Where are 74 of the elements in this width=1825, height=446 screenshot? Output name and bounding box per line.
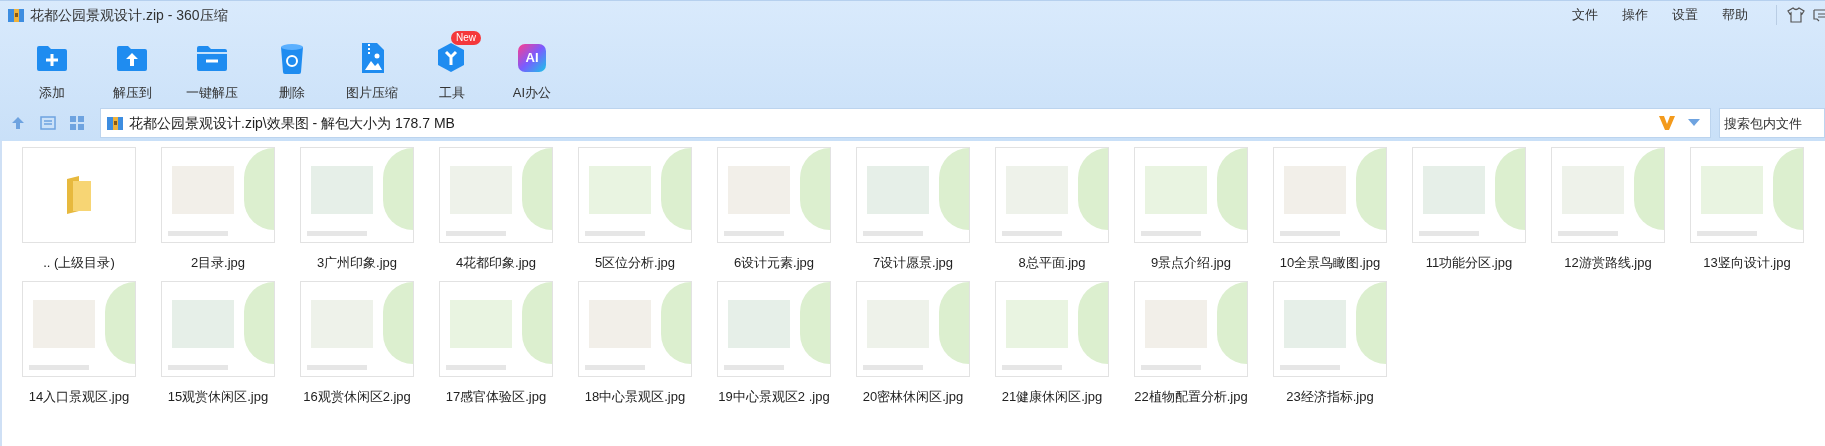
file-name[interactable]: 22植物配置分析.jpg [1134,386,1248,406]
file-name[interactable]: 16观赏休闲区2.jpg [303,386,411,406]
file-name[interactable]: 23经济指标.jpg [1286,386,1374,406]
toolbar-button[interactable]: AI AI办公 [492,31,572,103]
file-name[interactable]: 14入口景观区.jpg [28,386,130,406]
image-thumbnail[interactable] [439,147,553,243]
toolbar-button[interactable]: 一键解压 [172,31,252,103]
archive-icon [8,7,24,23]
file-name[interactable]: 5区位分析.jpg [594,253,676,273]
toolbar-button[interactable]: 添加 [12,31,92,103]
folder-thumbnail[interactable] [22,147,136,243]
image-thumbnail[interactable] [300,147,414,243]
file-name[interactable]: 20密林休闲区.jpg [862,386,964,406]
archive-icon [107,115,123,131]
image-thumbnail[interactable] [995,147,1109,243]
ai-badge-icon [515,41,549,75]
image-thumbnail[interactable] [1551,147,1665,243]
file-name[interactable]: 3广州印象.jpg [316,253,398,273]
icon-label: AI [525,49,539,68]
file-name[interactable]: .. (上级目录) [43,253,115,273]
file-name[interactable]: 2目录.jpg [190,253,246,273]
file-name[interactable]: 12游赏路线.jpg [1564,253,1652,273]
toolbar-button[interactable]: 解压到 [92,31,172,103]
file-name[interactable]: 15观赏休闲区.jpg [167,386,269,406]
image-thumbnail[interactable] [578,147,692,243]
file-name[interactable]: 18中心景观区.jpg [584,386,686,406]
message-icon[interactable] [1813,7,1825,23]
menu-item[interactable]: 设置 [1672,5,1698,25]
image-thumbnail[interactable] [1134,147,1248,243]
menu-item[interactable]: 文件 [1572,5,1598,25]
address-path: 花都公园景观设计.zip\效果图 - 解包大小为 178.7 MB [129,113,455,133]
toolbar-button[interactable]: 图片压缩 [332,31,412,103]
list-view-icon[interactable] [40,116,56,130]
image-thumbnail[interactable] [1273,147,1387,243]
image-thumbnail[interactable] [1412,147,1526,243]
menu-item[interactable]: 操作 [1622,5,1648,25]
v-logo-icon[interactable] [1658,115,1676,131]
image-thumbnail[interactable] [856,280,970,377]
folder-icon [65,175,93,215]
image-thumbnail[interactable] [161,280,275,377]
new-badge: New [451,31,481,45]
image-thumbnail[interactable] [1273,280,1387,377]
file-name[interactable]: 11功能分区.jpg [1425,253,1513,273]
address-bar[interactable]: 花都公园景观设计.zip\效果图 - 解包大小为 178.7 MB [100,108,1711,138]
file-name[interactable]: 13竖向设计.jpg [1703,253,1791,273]
file-name[interactable]: 8总平面.jpg [1018,253,1086,273]
image-thumbnail[interactable] [995,280,1109,377]
image-thumbnail[interactable] [22,280,136,377]
up-arrow-icon[interactable] [10,115,26,131]
file-name[interactable]: 6设计元素.jpg [733,253,815,273]
image-thumbnail[interactable] [1134,280,1248,377]
image-thumbnail[interactable] [161,147,275,243]
image-thumbnail[interactable] [1690,147,1804,243]
image-thumbnail[interactable] [578,280,692,377]
image-thumbnail[interactable] [300,280,414,377]
file-name[interactable]: 19中心景观区2 .jpg [718,386,830,406]
dropdown-arrow-icon[interactable] [1688,119,1700,127]
file-name[interactable]: 9景点介绍.jpg [1150,253,1232,273]
toolbar-button[interactable]: New 工具 [412,31,492,103]
image-thumbnail[interactable] [717,280,831,377]
file-name[interactable]: 21健康休闲区.jpg [1001,386,1103,406]
search-field[interactable]: 搜索包内文件 [1719,108,1825,138]
file-name[interactable]: 4花都印象.jpg [455,253,537,273]
image-thumbnail[interactable] [717,147,831,243]
menu-item[interactable]: 帮助 [1722,5,1748,25]
grid-view-icon[interactable] [70,116,84,130]
window-title: 花都公园景观设计.zip - 360压缩 [30,5,228,25]
image-thumbnail[interactable] [856,147,970,243]
file-name[interactable]: 7设计愿景.jpg [872,253,954,273]
file-name[interactable]: 10全景鸟瞰图.jpg [1279,253,1381,273]
toolbar-button[interactable]: 删除 [252,31,332,103]
file-name[interactable]: 17感官体验区.jpg [445,386,547,406]
image-thumbnail[interactable] [439,280,553,377]
shirt-icon[interactable] [1787,7,1805,23]
